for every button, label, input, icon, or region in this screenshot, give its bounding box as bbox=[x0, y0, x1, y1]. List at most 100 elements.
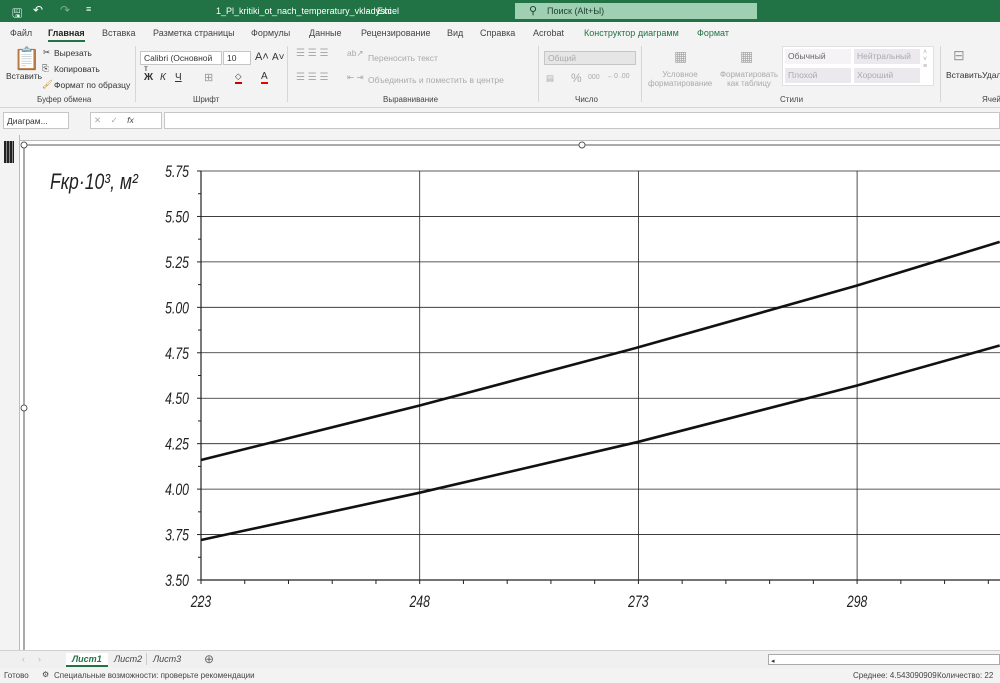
add-sheet-icon[interactable]: ⊕ bbox=[204, 652, 214, 666]
number-format-select[interactable]: Общий bbox=[544, 51, 636, 65]
align-top-icon[interactable]: ☰ ☰ ☰ bbox=[296, 48, 328, 59]
x-tick-label: 273 bbox=[627, 593, 649, 611]
copy-icon[interactable]: ⎘ bbox=[42, 63, 49, 74]
resize-handle bbox=[20, 404, 28, 412]
search-box[interactable]: ⚲ Поиск (Alt+Ы) bbox=[515, 3, 757, 19]
y-tick-label: 4.75 bbox=[165, 345, 189, 363]
app-name: Excel bbox=[377, 6, 400, 16]
decrease-font-icon[interactable]: A˅ bbox=[272, 52, 285, 63]
indent-icon[interactable]: ⇤ ⇥ bbox=[347, 72, 364, 83]
underline-button[interactable]: Ч bbox=[175, 72, 182, 83]
status-ready: Готово bbox=[4, 671, 29, 680]
style-normal[interactable]: Обычный bbox=[785, 49, 851, 64]
format-painter-icon[interactable]: 🖌 bbox=[42, 79, 53, 90]
bold-button[interactable]: Ж bbox=[144, 72, 153, 83]
format-as-table-button[interactable]: Форматировать как таблицу bbox=[718, 70, 780, 88]
group-label-cells: Ячей bbox=[982, 95, 1000, 104]
x-tick-label: 298 bbox=[846, 593, 868, 611]
customize-toolbar-icon[interactable]: ≡ bbox=[86, 4, 91, 14]
merge-center-button[interactable]: Объединить и поместить в центре bbox=[368, 75, 504, 85]
worksheet: 3.50 3.75 4.00 4.25 4.50 4.75 5.00 5.25 5.50 5.75… bbox=[0, 135, 1000, 650]
y-tick-label: 3.75 bbox=[165, 527, 189, 545]
paste-icon[interactable]: 📋 bbox=[13, 46, 40, 72]
copy-button[interactable]: Копировать bbox=[54, 64, 100, 74]
y-tick-label: 5.50 bbox=[165, 209, 189, 227]
enter-icon[interactable]: ✓ bbox=[111, 115, 118, 125]
undo-icon[interactable]: ↶ bbox=[33, 3, 43, 17]
conditional-format-icon[interactable]: ▦ bbox=[674, 48, 687, 65]
gallery-scroll-icon[interactable]: ˄ ˅ ≡ bbox=[923, 49, 927, 70]
formula-bar: Диаграм... ✕ ✓ fx bbox=[0, 110, 1000, 132]
style-bad[interactable]: Плохой bbox=[785, 68, 851, 83]
sheet-tab-1[interactable]: Лист1 bbox=[66, 653, 108, 667]
search-placeholder: Поиск (Alt+Ы) bbox=[547, 6, 605, 16]
formula-input[interactable] bbox=[164, 112, 1000, 129]
italic-button[interactable]: К bbox=[160, 72, 166, 83]
y-tick-label: 3.50 bbox=[165, 572, 189, 590]
orientation-icon[interactable]: ab↗ bbox=[347, 48, 364, 59]
tab-help[interactable]: Справка bbox=[480, 28, 515, 38]
tab-home[interactable]: Главная bbox=[48, 28, 85, 42]
wrap-text-button[interactable]: Переносить текст bbox=[368, 53, 438, 63]
sheet-nav-prev-icon[interactable]: ‹ bbox=[22, 654, 25, 664]
scroll-left-icon[interactable]: ◂ bbox=[769, 658, 775, 665]
increase-font-icon[interactable]: A˄ bbox=[255, 51, 269, 63]
style-good[interactable]: Хороший bbox=[854, 68, 920, 83]
sheet-tab-3[interactable]: Лист3 bbox=[146, 653, 187, 665]
tab-acrobat[interactable]: Acrobat bbox=[533, 28, 564, 38]
borders-icon[interactable]: ⊞ bbox=[204, 71, 213, 84]
tab-page-layout[interactable]: Разметка страницы bbox=[153, 28, 235, 38]
font-size-select[interactable]: 10 bbox=[223, 51, 251, 65]
tab-insert[interactable]: Вставка bbox=[102, 28, 135, 38]
resize-handle bbox=[578, 141, 586, 149]
y-tick-label: 4.25 bbox=[165, 436, 189, 454]
resize-handle bbox=[20, 141, 28, 149]
chart[interactable]: 3.50 3.75 4.00 4.25 4.50 4.75 5.00 5.25 5.50 5.75… bbox=[0, 135, 1000, 650]
tab-formulas[interactable]: Формулы bbox=[251, 28, 290, 38]
decimal-icons[interactable]: ←0 .00 bbox=[607, 73, 630, 80]
redo-icon[interactable]: ↷ bbox=[60, 3, 70, 17]
currency-icon[interactable]: ▤ bbox=[546, 73, 554, 84]
fill-color-icon[interactable]: ◇ bbox=[235, 71, 242, 84]
tab-data[interactable]: Данные bbox=[309, 28, 342, 38]
font-name-select[interactable]: Calibri (Основной т bbox=[140, 51, 222, 73]
divider bbox=[135, 46, 136, 102]
tab-view[interactable]: Вид bbox=[447, 28, 463, 38]
tab-review[interactable]: Рецензирование bbox=[361, 28, 431, 38]
insert-cells-icon[interactable]: ⊟ bbox=[953, 47, 965, 64]
tab-file[interactable]: Файл bbox=[10, 28, 32, 38]
format-as-table-icon[interactable]: ▦ bbox=[740, 48, 753, 65]
percent-button[interactable]: % bbox=[571, 71, 582, 85]
status-average: Среднее: 4.543090909 bbox=[853, 671, 937, 680]
accessibility-status[interactable]: Специальные возможности: проверьте реком… bbox=[54, 671, 255, 680]
cut-button[interactable]: Вырезать bbox=[54, 48, 92, 58]
paste-button[interactable]: Вставить bbox=[6, 71, 42, 81]
sheet-nav-next-icon[interactable]: › bbox=[38, 654, 41, 664]
tab-chart-design[interactable]: Конструктор диаграмм bbox=[584, 28, 679, 38]
cut-icon[interactable]: ✂ bbox=[43, 47, 50, 58]
group-label-alignment: Выравнивание bbox=[383, 95, 439, 104]
status-bar: Готово ⚙ Специальные возможности: провер… bbox=[0, 668, 1000, 683]
style-neutral[interactable]: Нейтральный bbox=[854, 49, 920, 64]
tab-format[interactable]: Формат bbox=[697, 28, 729, 38]
delete-cells-button[interactable]: Удали bbox=[982, 70, 1000, 80]
title-bar: 🖫 ↶ ↷ ≡ 1_Pl_kritiki_ot_nach_temperatury… bbox=[0, 0, 1000, 22]
ribbon-tabs: Файл Главная Вставка Разметка страницы Ф… bbox=[0, 22, 1000, 42]
font-color-icon[interactable]: A bbox=[261, 71, 268, 84]
conditional-format-button[interactable]: Условное форматирование bbox=[648, 70, 712, 88]
divider bbox=[940, 46, 941, 102]
thousands-button[interactable]: 000 bbox=[588, 74, 600, 81]
group-label-font: Шрифт bbox=[193, 95, 220, 104]
divider bbox=[287, 46, 288, 102]
horizontal-scrollbar[interactable]: ◂ bbox=[768, 654, 1000, 665]
align-left-icon[interactable]: ☰ ☰ ☰ bbox=[296, 72, 328, 83]
name-box[interactable]: Диаграм... bbox=[3, 112, 69, 129]
insert-function-icon[interactable]: fx bbox=[127, 115, 134, 125]
format-painter-button[interactable]: Формат по образцу bbox=[54, 80, 130, 90]
status-count: Количество: 22 bbox=[937, 671, 994, 680]
cancel-icon[interactable]: ✕ bbox=[94, 115, 101, 125]
x-tick-label: 248 bbox=[409, 593, 431, 611]
insert-cells-button[interactable]: Вставить bbox=[946, 70, 982, 80]
sheet-tab-2[interactable]: Лист2 bbox=[108, 653, 148, 665]
ribbon: 📋 Вставить ✂ Вырезать ⎘ Копировать 🖌 Фор… bbox=[0, 42, 1000, 108]
